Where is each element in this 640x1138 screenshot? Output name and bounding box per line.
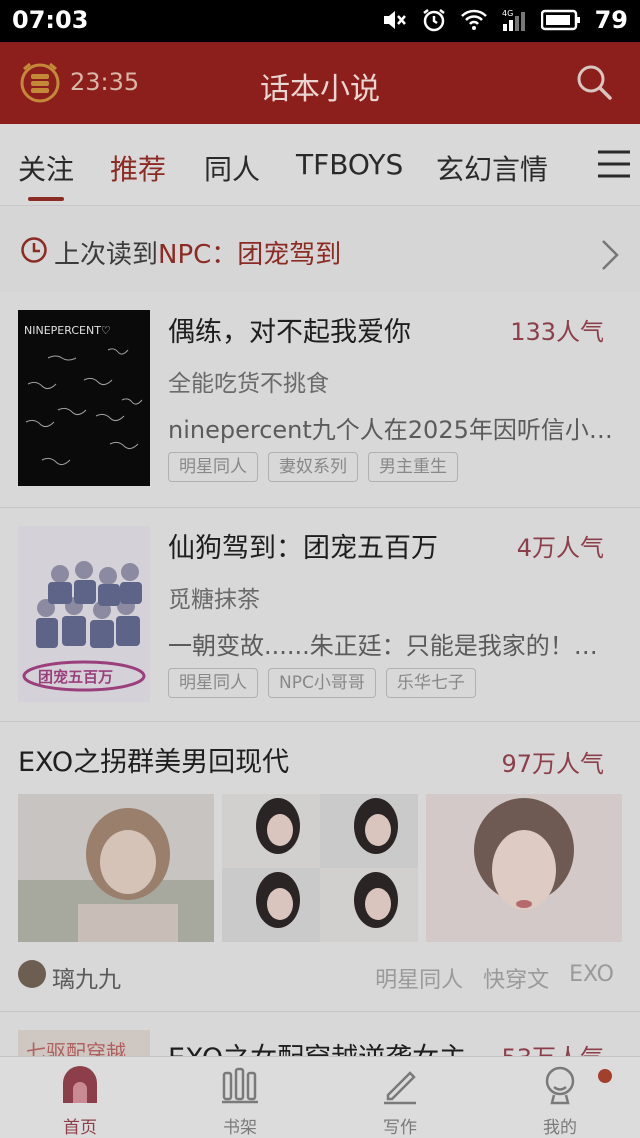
book-description: 一朝变故......朱正廷：只能是我家的！人... [168,632,618,660]
last-read-title: NPC：团宠驾到 [158,240,342,270]
book-title: 仙狗驾到：团宠五百万 [168,533,438,564]
tab-follow[interactable]: 关注 [18,148,74,188]
nav-label: 我的 [543,1118,577,1138]
wifi-icon [460,9,487,30]
tag[interactable]: 明星同人 [168,452,258,482]
book-item[interactable]: NINEPERCENT♡ 偶练，对不起我爱你 133人气 全能吃货不挑食 nin… [0,292,640,508]
author-avatar[interactable] [18,960,46,988]
tab-menu-icon[interactable] [582,136,640,192]
nav-label: 首页 [63,1118,97,1138]
battery-level: 79 [594,6,628,34]
status-time: 07:03 [12,6,89,34]
nav-write[interactable]: 写作 [320,1057,480,1138]
nav-label: 写作 [383,1118,417,1138]
tag[interactable]: 妻奴系列 [268,452,358,482]
gallery-image [426,794,622,942]
book-author: 全能吃货不挑食 [168,371,329,397]
tab-fanfic[interactable]: 同人 [204,148,260,188]
tag[interactable]: 明星同人 [375,962,463,994]
popularity-count: 97万人气 [501,750,604,778]
svg-text:4G: 4G [502,9,513,18]
book-description: ninepercent九个人在2025年因听信小白... [168,416,618,444]
cover-art: 团宠五百万 [18,526,150,702]
notification-dot [598,1069,612,1083]
status-icons: 4G 79 [381,6,628,34]
book-author: 觅糖抹茶 [168,587,260,613]
gallery-book-card[interactable]: EXO之拐群美男回现代 97万人气 璃九九 明星同人 快穿文 EXO [0,722,640,1012]
last-read-bar[interactable]: 上次读到NPC：团宠驾到 [0,206,640,292]
signal-icon: 4G [502,9,525,31]
book-tags: 明星同人 快穿文 EXO [375,962,614,994]
gallery-image [222,794,418,942]
tab-fantasy-romance[interactable]: 玄幻言情 [436,148,548,188]
bottom-navigation: 首页 书架 写作 我的 [0,1056,640,1138]
tag[interactable]: 快穿文 [483,962,549,994]
tag[interactable]: EXO [569,962,614,994]
chevron-right-icon [602,240,619,270]
book-tags: 明星同人 妻奴系列 男主重生 [168,452,458,482]
tag[interactable]: 乐华七子 [385,668,476,698]
profile-icon [545,1066,575,1105]
app-title: 话本小说 [260,72,380,107]
cover-art: NINEPERCENT♡ [24,324,143,466]
book-author: 璃九九 [52,967,121,993]
nav-home[interactable]: 首页 [0,1057,160,1138]
last-read-text: 上次读到NPC：团宠驾到 [54,234,341,271]
bookshelf-icon [222,1067,258,1104]
tag[interactable]: 男主重生 [368,452,458,482]
active-tab-indicator [28,197,64,201]
history-clock-icon [21,237,47,263]
status-bar: 07:03 4G 79 [0,0,640,42]
home-icon [63,1066,97,1103]
tab-tfboys[interactable]: TFBOYS [296,148,403,181]
book-cover: 团宠五百万 [18,526,150,702]
battery-icon [540,9,580,31]
category-tabs: 关注 推荐 同人 TFBOYS 玄幻言情 青 [0,124,640,206]
nav-bookshelf[interactable]: 书架 [160,1057,320,1138]
pen-icon [384,1071,416,1105]
svg-text:团宠五百万: 团宠五百万 [38,668,113,686]
book-item[interactable]: 团宠五百万 仙狗驾到：团宠五百万 4万人气 觅糖抹茶 一朝变故......朱正廷… [0,508,640,722]
book-cover: NINEPERCENT♡ [18,310,150,486]
nav-label: 书架 [223,1118,257,1138]
tag[interactable]: NPC小哥哥 [268,668,376,698]
last-read-prefix: 上次读到 [54,240,159,270]
alarm-icon [422,9,445,32]
nav-profile[interactable]: 我的 [480,1057,640,1138]
book-title: 偶练，对不起我爱你 [168,317,411,348]
popularity-count: 133人气 [510,318,604,346]
mute-icon [383,11,406,29]
popularity-count: 4万人气 [516,534,604,562]
tag[interactable]: 明星同人 [168,668,258,698]
book-tags: 明星同人 NPC小哥哥 乐华七子 [168,668,476,698]
tab-recommend[interactable]: 推荐 [110,148,166,188]
svg-text:NINEPERCENT♡: NINEPERCENT♡ [24,324,111,337]
book-title: EXO之拐群美男回现代 [18,747,290,778]
gallery-image [18,794,214,942]
search-icon[interactable] [574,62,614,102]
app-header: 23:35 话本小说 [0,42,640,124]
